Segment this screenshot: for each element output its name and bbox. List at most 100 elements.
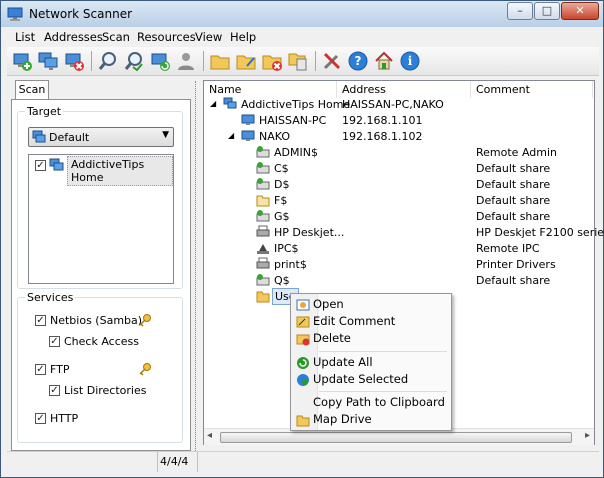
find-icon[interactable] [97, 50, 119, 72]
home-icon[interactable] [373, 50, 395, 72]
find-next-icon[interactable] [123, 50, 145, 72]
check-access-checkbox[interactable]: ✓ [49, 336, 60, 347]
computers-icon [49, 158, 64, 171]
menu-item-open[interactable]: Open [313, 296, 344, 313]
delete-folder-icon[interactable] [261, 50, 283, 72]
key-icon[interactable] [138, 313, 152, 327]
ftp-checkbox[interactable]: ✓ [35, 364, 46, 375]
table-row-name[interactable]: D$ [274, 177, 289, 192]
target-combo[interactable]: Default ▼ [28, 127, 174, 147]
combo-value: Default [49, 131, 90, 144]
list-directories-checkbox[interactable]: ✓ [49, 385, 60, 396]
folder-icon [256, 291, 270, 303]
folder-icon[interactable] [209, 50, 231, 72]
tree-expand-icon[interactable]: ◢ [228, 131, 234, 140]
close-button[interactable]: ✕ [561, 2, 599, 20]
table-row-name[interactable]: ADMIN$ [274, 145, 318, 160]
netbios-checkbox[interactable]: ✓ [35, 315, 46, 326]
column-name[interactable]: Name [204, 81, 337, 98]
info-icon[interactable]: i [399, 50, 421, 72]
column-comment[interactable]: Comment [471, 81, 593, 98]
table-row-address: 192.168.1.102 [342, 130, 423, 143]
printer-icon [256, 257, 270, 269]
table-row-comment: Remote Admin [476, 146, 557, 159]
table-row-name[interactable]: print$ [274, 257, 307, 272]
table-row-comment: Default share [476, 178, 551, 191]
table-row-name[interactable]: C$ [274, 161, 289, 176]
tree-item-addictivetips-home[interactable]: AddictiveTips Home [67, 156, 173, 186]
refresh-icon[interactable] [149, 50, 171, 72]
add-computer-icon[interactable] [11, 50, 33, 72]
ipc-icon [257, 244, 269, 254]
toolbar-separator [315, 51, 316, 71]
table-row-name[interactable]: NAKO [259, 129, 290, 144]
user-icon[interactable] [175, 50, 197, 72]
check-access-label: Check Access [64, 335, 139, 348]
scroll-thumb[interactable] [220, 432, 572, 443]
title-bar: Network Scanner – □ ✕ [1, 1, 603, 27]
tree-expand-icon[interactable]: ◢ [210, 99, 216, 108]
table-row-name[interactable]: AddictiveTips Home [241, 97, 350, 112]
target-checkbox[interactable]: ✓ [35, 160, 46, 171]
table-row-name[interactable]: G$ [274, 209, 290, 224]
table-row-comment: Printer Drivers [476, 258, 556, 271]
target-label: Target [25, 105, 64, 118]
table-row-name[interactable]: Q$ [274, 273, 290, 288]
menu-resources[interactable]: Resources [137, 30, 196, 44]
tab-scan[interactable]: Scan [15, 80, 49, 100]
remove-computer-icon[interactable] [63, 50, 85, 72]
menu-view[interactable]: View [195, 30, 222, 44]
tools-icon[interactable] [321, 50, 343, 72]
http-checkbox[interactable]: ✓ [35, 413, 46, 424]
table-row-address: 192.168.1.101 [342, 114, 423, 127]
status-divider [157, 452, 158, 472]
menu-item-update-all[interactable]: Update All [313, 354, 373, 371]
computer-icon [241, 130, 255, 141]
menu-item-map-drive[interactable]: Map Drive [313, 411, 372, 428]
panel-splitter[interactable] [195, 81, 199, 451]
table-row-name[interactable]: F$ [274, 193, 287, 208]
table-row-name[interactable]: IPC$ [274, 241, 299, 256]
ftp-label: FTP [50, 363, 70, 376]
open-icon [296, 299, 310, 311]
column-address[interactable]: Address [337, 81, 471, 98]
share-drive-icon [256, 162, 270, 174]
status-count: 4/4/4 [160, 455, 189, 468]
svg-text:?: ? [355, 54, 362, 68]
menu-scan[interactable]: Scan [102, 30, 130, 44]
table-row-comment: Default share [476, 274, 551, 287]
copy-folder-icon[interactable] [287, 50, 309, 72]
key-icon[interactable] [138, 362, 152, 376]
context-menu: Open Edit Comment Delete Update All Upda… [290, 293, 452, 431]
update-selected-icon [297, 374, 309, 386]
map-drive-icon [296, 415, 310, 427]
app-window: Network Scanner – □ ✕ List Addresses Sca… [0, 0, 604, 478]
table-row-name[interactable]: HAISSAN-PC [259, 113, 326, 128]
table-row-comment: Remote IPC [476, 242, 540, 255]
toolbar-separator [91, 51, 92, 71]
menu-addresses[interactable]: Addresses [44, 30, 103, 44]
chevron-down-icon: ▼ [162, 130, 169, 140]
menu-item-delete[interactable]: Delete [313, 330, 351, 347]
menu-item-update-selected[interactable]: Update Selected [313, 371, 408, 388]
minimize-button[interactable]: – [507, 2, 533, 20]
share-drive-icon [256, 210, 270, 222]
table-row-comment: HP Deskjet F2100 series [476, 226, 604, 239]
menu-help[interactable]: Help [230, 30, 256, 44]
share-drive-icon [256, 146, 270, 158]
scroll-left-icon[interactable]: ◂ [207, 430, 212, 441]
status-divider [197, 452, 198, 472]
menu-item-edit-comment[interactable]: Edit Comment [313, 313, 395, 330]
open-folder-icon[interactable] [235, 50, 257, 72]
help-icon[interactable]: ? [347, 50, 369, 72]
computers-icon[interactable] [37, 50, 59, 72]
menu-separator [319, 391, 447, 392]
menu-item-copy-path[interactable]: Copy Path to Clipboard [313, 394, 445, 411]
table-row-name[interactable]: HP Deskjet... [274, 225, 344, 240]
maximize-button[interactable]: □ [534, 2, 560, 20]
scroll-right-icon[interactable]: ▸ [585, 430, 590, 441]
status-bar: 4/4/4 [7, 451, 599, 472]
menu-list[interactable]: List [15, 30, 35, 44]
computer-icon [241, 114, 255, 125]
computers-icon [223, 97, 237, 109]
